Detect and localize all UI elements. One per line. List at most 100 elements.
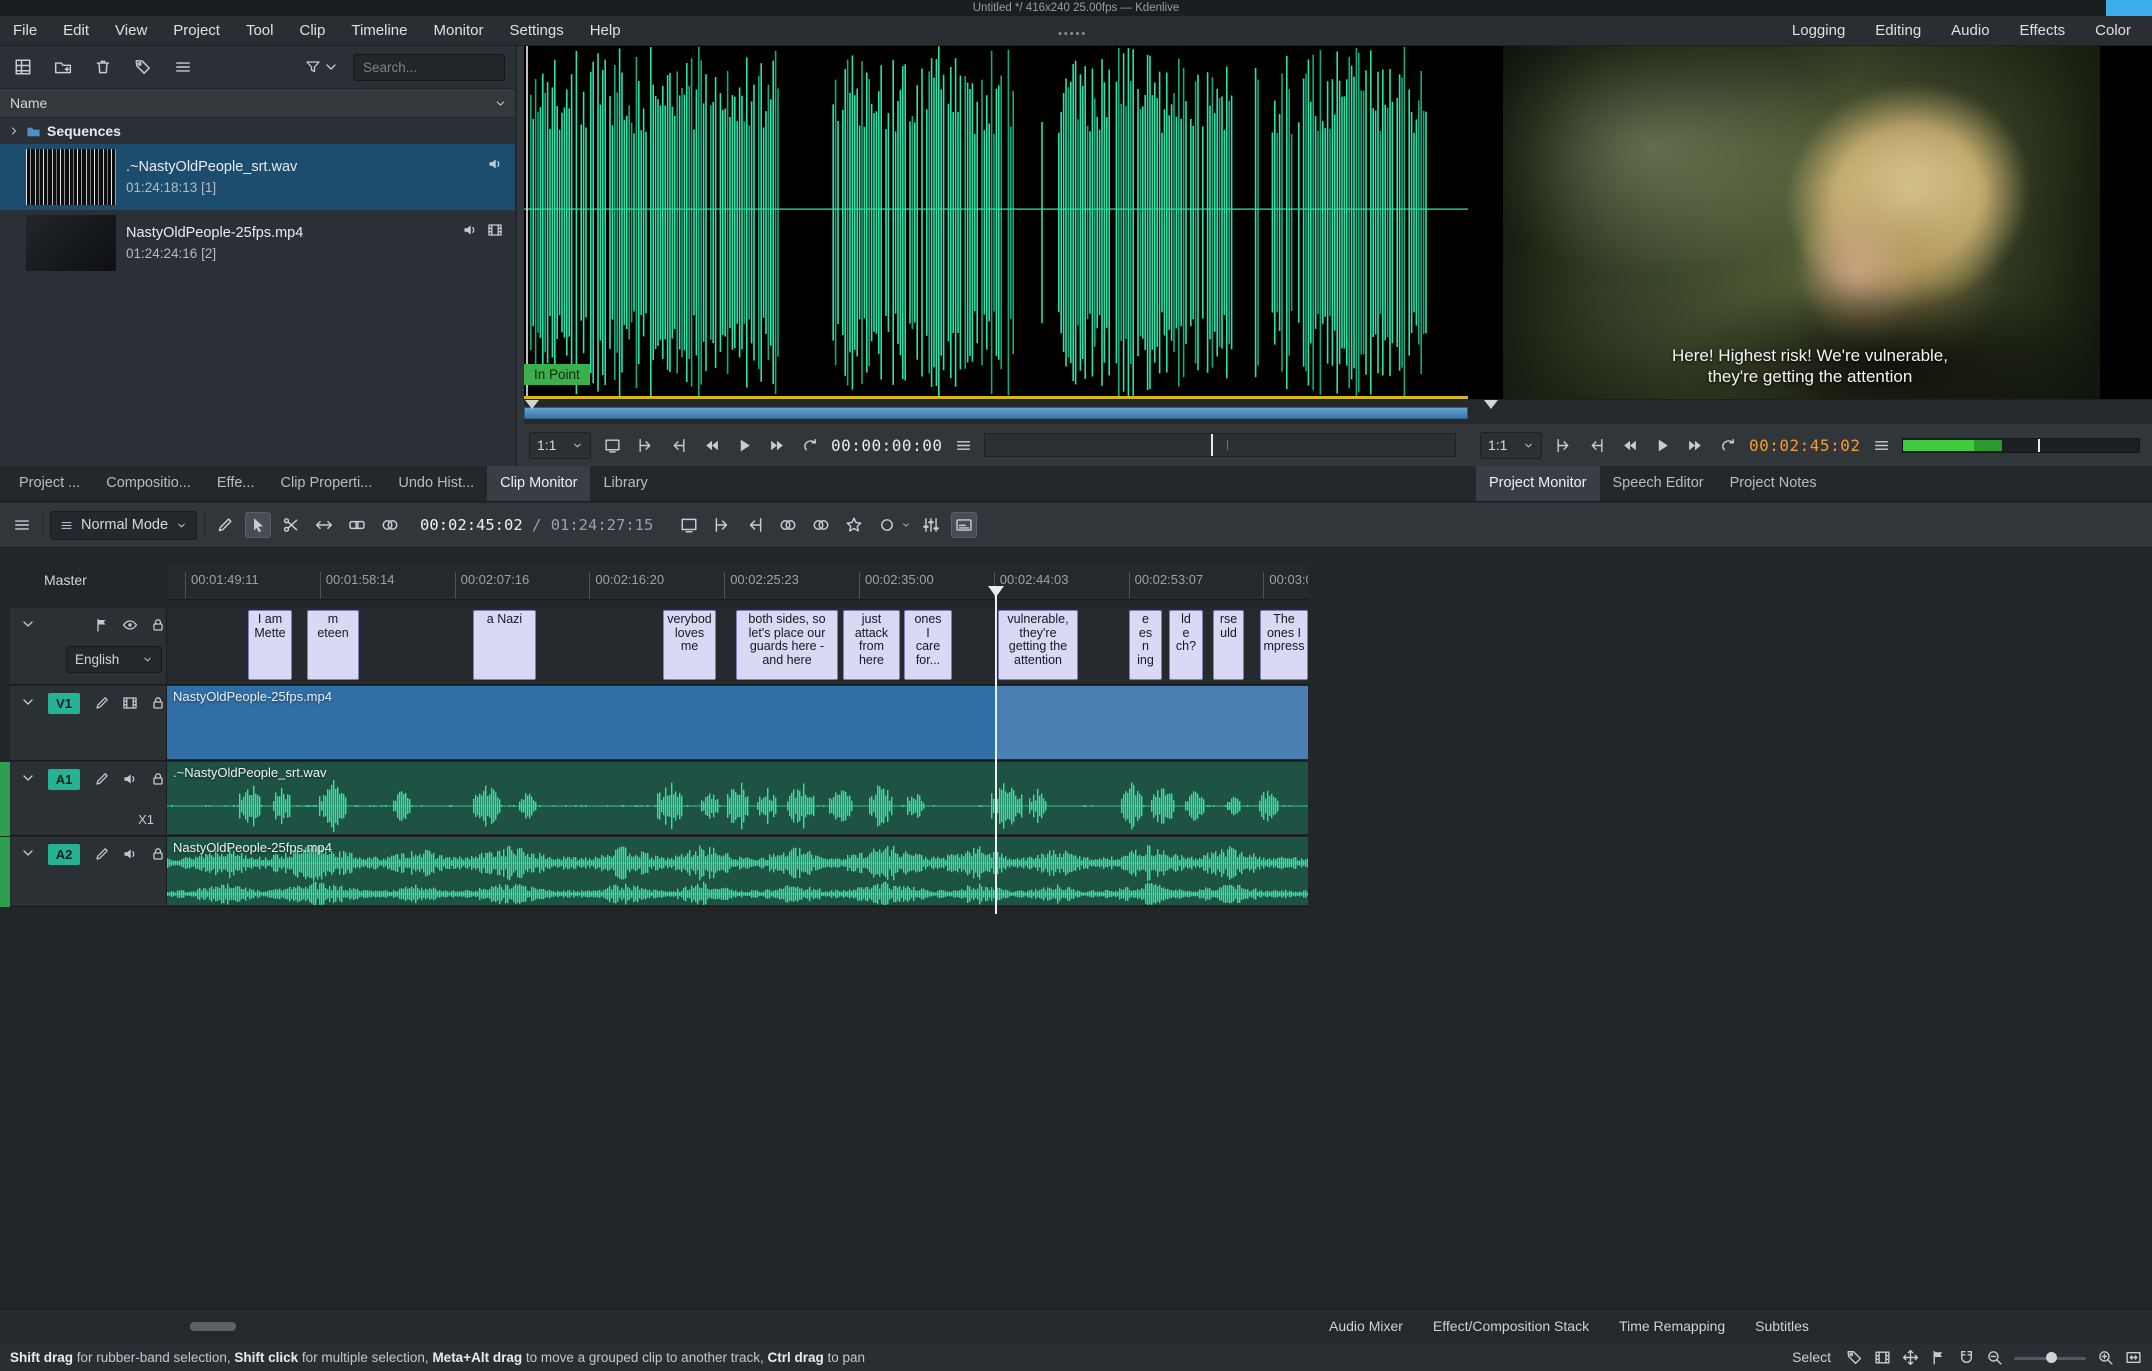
audio-clip[interactable]: .~NastyOldPeople_srt.wav — [167, 762, 1308, 834]
zone-in-button[interactable] — [1551, 433, 1575, 457]
play-button[interactable] — [732, 433, 756, 457]
subtitle-clip[interactable]: rseuld — [1213, 610, 1244, 680]
zoom-in-icon[interactable] — [2097, 1349, 2114, 1366]
menu-settings[interactable]: Settings — [497, 16, 577, 45]
zone-marker[interactable] — [1484, 400, 1498, 409]
a1-track-head[interactable]: A1 X1 — [10, 762, 167, 836]
zone-out-button[interactable] — [666, 433, 690, 457]
track-badge[interactable]: A1 — [48, 769, 80, 790]
collapse-track-icon[interactable] — [20, 616, 36, 632]
loop-zone-button[interactable] — [1716, 433, 1740, 457]
edit-track-icon[interactable] — [94, 771, 110, 787]
subtitle-clip[interactable]: onesIcarefor... — [904, 610, 952, 680]
subtitle-language-select[interactable]: English — [66, 646, 162, 673]
subtitle-clip[interactable]: justattackfromhere — [843, 610, 900, 680]
project-monitor-display[interactable]: Here! Highest risk! We're vulnerable, th… — [1468, 46, 2152, 399]
track-target-strip[interactable] — [0, 762, 10, 836]
timeline-horizontal-scrollbar[interactable] — [190, 1322, 236, 1331]
mute-track-icon[interactable] — [122, 846, 138, 862]
subtitles-button[interactable] — [951, 512, 977, 538]
timeline[interactable]: Master 00:01:49:1100:01:58:1400:02:07:16… — [0, 548, 2152, 1308]
bin-search-input[interactable] — [353, 54, 505, 81]
menu-help[interactable]: Help — [577, 16, 634, 45]
zoom-out-icon[interactable] — [1986, 1349, 2003, 1366]
track-badge[interactable]: V1 — [48, 693, 80, 714]
subtitle-track-head[interactable]: English — [10, 608, 167, 685]
tab-project[interactable]: Project ... — [6, 466, 93, 501]
multicam-tool-button[interactable] — [377, 512, 403, 538]
insert-zone-button[interactable] — [709, 512, 735, 538]
mix-clips-button[interactable] — [775, 512, 801, 538]
tab-audio-mixer[interactable]: Audio Mixer — [1316, 1312, 1416, 1340]
subtitle-clip[interactable]: both sides, solet's place ourguards here… — [736, 610, 838, 680]
clip-monitor-display[interactable]: In Point — [524, 46, 1468, 399]
record-button[interactable] — [874, 512, 911, 538]
menu-clip[interactable]: Clip — [287, 16, 339, 45]
clip-monitor-zone-bar[interactable] — [524, 399, 1468, 424]
a1-track-body[interactable]: .~NastyOldPeople_srt.wav — [167, 762, 1308, 836]
a2-track-body[interactable]: NastyOldPeople-25fps.mp4 — [167, 837, 1308, 907]
tab-time-remapping[interactable]: Time Remapping — [1606, 1312, 1738, 1340]
subtitle-flag-icon[interactable] — [94, 617, 110, 633]
menu-view[interactable]: View — [102, 16, 160, 45]
zone-out-button[interactable] — [1584, 433, 1608, 457]
track-badge[interactable]: A2 — [48, 844, 80, 865]
slip-tool-button[interactable] — [344, 512, 370, 538]
tab-library[interactable]: Library — [590, 466, 660, 501]
marker-icon[interactable] — [1930, 1349, 1947, 1366]
audio-mixer-button[interactable] — [918, 512, 944, 538]
mute-track-icon[interactable] — [122, 771, 138, 787]
tab-effect-composition-stack[interactable]: Effect/Composition Stack — [1420, 1312, 1602, 1340]
edit-track-icon[interactable] — [94, 695, 110, 711]
zone-in-button[interactable] — [633, 433, 657, 457]
delete-button[interactable] — [90, 54, 116, 80]
edit-track-icon[interactable] — [94, 846, 110, 862]
timeline-zoom-slider[interactable] — [2014, 1349, 2086, 1366]
playhead-marker[interactable] — [988, 586, 1004, 597]
snap-icon[interactable] — [1958, 1349, 1975, 1366]
subtitle-track-body[interactable]: I amMettemeteena Naziverybodlovesmeboth … — [167, 608, 1308, 685]
monitor-zoom-select[interactable]: 1:1 — [529, 432, 591, 459]
tags-button[interactable] — [130, 54, 156, 80]
lock-track-icon[interactable] — [150, 846, 166, 862]
bin-clip-row[interactable]: NastyOldPeople-25fps.mp4 01:24:24:16 [2] — [0, 210, 515, 276]
rewind-button[interactable] — [699, 433, 723, 457]
tab-subtitles[interactable]: Subtitles — [1742, 1312, 1822, 1340]
track-target-strip[interactable] — [0, 608, 10, 685]
subtitle-clip[interactable]: vulnerable,they'regetting theattention — [998, 610, 1078, 680]
subtitle-clip[interactable]: I amMette — [248, 610, 292, 680]
a2-track-head[interactable]: A2 — [10, 837, 167, 907]
monitor-menu-button[interactable] — [1869, 433, 1893, 457]
menu-project[interactable]: Project — [160, 16, 233, 45]
menu-monitor[interactable]: Monitor — [420, 16, 496, 45]
bin-name-header[interactable]: Name — [0, 88, 515, 118]
project-monitor-timecode[interactable]: 00:02:45:02 — [1749, 436, 1860, 455]
edit-tool-button[interactable] — [212, 512, 238, 538]
lock-track-icon[interactable] — [150, 695, 166, 711]
monitor-menu-button[interactable] — [951, 433, 975, 457]
bin-menu-button[interactable] — [170, 54, 196, 80]
bin-folder-row[interactable]: Sequences — [0, 118, 515, 144]
subtitle-clip[interactable]: eesning — [1129, 610, 1162, 680]
tab-undo-hist[interactable]: Undo Hist... — [385, 466, 487, 501]
monitor-zoom-select[interactable]: 1:1 — [1480, 432, 1542, 459]
video-clip[interactable]: NastyOldPeople-25fps.mp4 — [167, 686, 1308, 759]
transition-button[interactable] — [808, 512, 834, 538]
favorite-effects-button[interactable] — [841, 512, 867, 538]
tab-compositio[interactable]: Compositio... — [93, 466, 204, 501]
tab-project-monitor[interactable]: Project Monitor — [1476, 466, 1600, 501]
menu-edit[interactable]: Edit — [50, 16, 102, 45]
tab-clip-monitor[interactable]: Clip Monitor — [487, 466, 590, 501]
subtitle-clip[interactable]: verybodlovesme — [663, 610, 716, 680]
collapse-track-icon[interactable] — [20, 694, 36, 710]
workspace-editing[interactable]: Editing — [1860, 16, 1936, 45]
timeline-timecode[interactable]: 00:02:45:02 / 01:24:27:15 — [420, 516, 653, 534]
tab-clip-properti[interactable]: Clip Properti... — [268, 466, 386, 501]
collapse-track-icon[interactable] — [20, 845, 36, 861]
tag-icon[interactable] — [1846, 1349, 1863, 1366]
timeline-menu-button[interactable] — [9, 512, 35, 538]
move-icon[interactable] — [1902, 1349, 1919, 1366]
forward-button[interactable] — [765, 433, 789, 457]
subtitle-clip[interactable]: a Nazi — [473, 610, 536, 680]
subtitle-clip[interactable]: ldech? — [1169, 610, 1203, 680]
